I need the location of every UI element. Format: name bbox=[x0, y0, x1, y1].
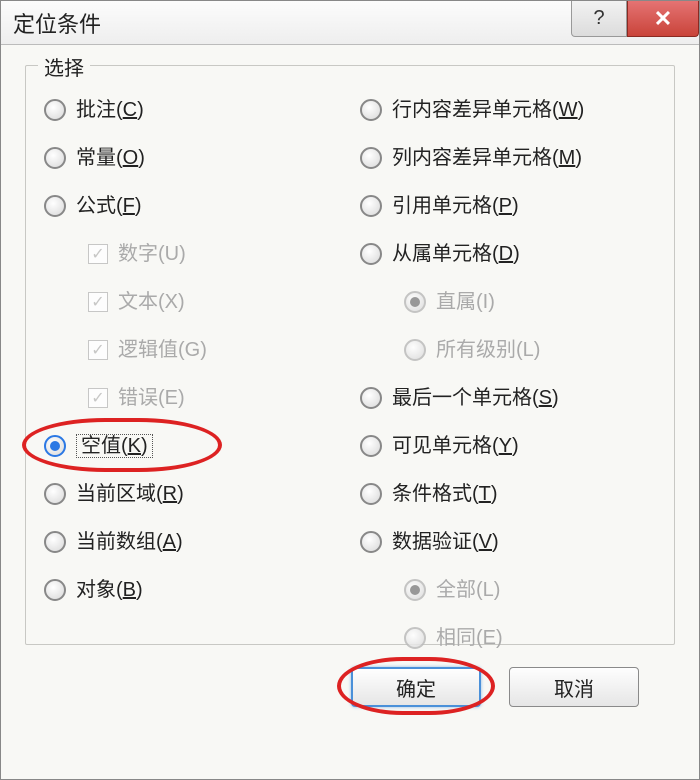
option-blanks[interactable]: 空值(K) bbox=[44, 432, 340, 460]
option-cond-fmt[interactable]: 条件格式(T) bbox=[360, 480, 656, 508]
button-label: 取消 bbox=[554, 673, 594, 702]
radio-icon bbox=[360, 531, 382, 553]
close-button[interactable]: ✕ bbox=[627, 1, 699, 37]
radio-icon bbox=[360, 435, 382, 457]
button-label: 确定 bbox=[396, 673, 436, 702]
cancel-button[interactable]: 取消 bbox=[509, 667, 639, 707]
option-errors: ✓ 错误(E) bbox=[44, 384, 340, 412]
checkbox-icon: ✓ bbox=[88, 388, 108, 408]
option-dependents[interactable]: 从属单元格(D) bbox=[360, 240, 656, 268]
radio-icon bbox=[360, 147, 382, 169]
option-label: 可见单元格(Y) bbox=[392, 436, 519, 456]
titlebar: 定位条件 ? ✕ bbox=[1, 1, 699, 45]
option-col-diff[interactable]: 列内容差异单元格(M) bbox=[360, 144, 656, 172]
left-column: 批注(C) 常量(O) 公式(F) ✓ 数字(U) bbox=[44, 96, 340, 624]
radio-icon bbox=[44, 195, 66, 217]
footer: 确定 取消 bbox=[25, 645, 675, 733]
radio-icon bbox=[360, 483, 382, 505]
option-label: 错误(E) bbox=[118, 388, 185, 408]
radio-icon bbox=[360, 99, 382, 121]
option-label: 空值(K) bbox=[76, 434, 153, 458]
dialog-body: 选择 批注(C) 常量(O) 公式(F) bbox=[1, 45, 699, 779]
option-label: 对象(B) bbox=[76, 580, 143, 600]
radio-icon bbox=[404, 339, 426, 361]
option-current-region[interactable]: 当前区域(R) bbox=[44, 480, 340, 508]
option-label: 直属(I) bbox=[436, 292, 495, 312]
option-label: 引用单元格(P) bbox=[392, 196, 519, 216]
radio-icon bbox=[360, 195, 382, 217]
option-visible-cells[interactable]: 可见单元格(Y) bbox=[360, 432, 656, 460]
option-data-valid[interactable]: 数据验证(V) bbox=[360, 528, 656, 556]
checkbox-icon: ✓ bbox=[88, 292, 108, 312]
option-formulas[interactable]: 公式(F) bbox=[44, 192, 340, 220]
option-label: 当前区域(R) bbox=[76, 484, 184, 504]
option-direct-only: 直属(I) bbox=[360, 288, 656, 316]
option-label: 数据验证(V) bbox=[392, 532, 499, 552]
radio-icon bbox=[44, 147, 66, 169]
option-current-array[interactable]: 当前数组(A) bbox=[44, 528, 340, 556]
radio-icon bbox=[404, 579, 426, 601]
radio-icon bbox=[360, 243, 382, 265]
radio-icon bbox=[44, 435, 66, 457]
window-title: 定位条件 bbox=[13, 7, 101, 39]
radio-icon bbox=[44, 99, 66, 121]
help-button[interactable]: ? bbox=[571, 1, 627, 37]
option-label: 从属单元格(D) bbox=[392, 244, 520, 264]
option-label: 逻辑值(G) bbox=[118, 340, 207, 360]
right-column: 行内容差异单元格(W) 列内容差异单元格(M) 引用单元格(P) 从属单元格(D… bbox=[360, 96, 656, 624]
option-label: 数字(U) bbox=[118, 244, 186, 264]
radio-icon bbox=[44, 483, 66, 505]
option-constants[interactable]: 常量(O) bbox=[44, 144, 340, 172]
option-label: 行内容差异单元格(W) bbox=[392, 100, 584, 120]
option-label: 公式(F) bbox=[76, 196, 142, 216]
option-last-cell[interactable]: 最后一个单元格(S) bbox=[360, 384, 656, 412]
help-icon: ? bbox=[593, 7, 604, 30]
option-label: 文本(X) bbox=[118, 292, 185, 312]
select-fieldset: 选择 批注(C) 常量(O) 公式(F) bbox=[25, 65, 675, 645]
checkbox-icon: ✓ bbox=[88, 244, 108, 264]
option-all: 全部(L) bbox=[360, 576, 656, 604]
option-all-levels: 所有级别(L) bbox=[360, 336, 656, 364]
option-label: 条件格式(T) bbox=[392, 484, 498, 504]
option-precedents[interactable]: 引用单元格(P) bbox=[360, 192, 656, 220]
option-numbers: ✓ 数字(U) bbox=[44, 240, 340, 268]
radio-icon bbox=[404, 291, 426, 313]
radio-icon bbox=[44, 531, 66, 553]
columns: 批注(C) 常量(O) 公式(F) ✓ 数字(U) bbox=[44, 96, 656, 624]
option-label: 全部(L) bbox=[436, 580, 500, 600]
radio-icon bbox=[44, 579, 66, 601]
option-label: 最后一个单元格(S) bbox=[392, 388, 559, 408]
close-icon: ✕ bbox=[654, 6, 672, 32]
option-row-diff[interactable]: 行内容差异单元格(W) bbox=[360, 96, 656, 124]
option-label: 当前数组(A) bbox=[76, 532, 183, 552]
ok-wrap: 确定 bbox=[351, 667, 481, 707]
goto-special-dialog: 定位条件 ? ✕ 选择 批注(C) 常量(O) bbox=[0, 0, 700, 780]
option-comments[interactable]: 批注(C) bbox=[44, 96, 340, 124]
option-text: ✓ 文本(X) bbox=[44, 288, 340, 316]
checkbox-icon: ✓ bbox=[88, 340, 108, 360]
option-objects[interactable]: 对象(B) bbox=[44, 576, 340, 604]
option-label: 批注(C) bbox=[76, 100, 144, 120]
option-label: 所有级别(L) bbox=[436, 340, 540, 360]
option-label: 列内容差异单元格(M) bbox=[392, 148, 582, 168]
option-label: 常量(O) bbox=[76, 148, 145, 168]
option-logicals: ✓ 逻辑值(G) bbox=[44, 336, 340, 364]
radio-icon bbox=[360, 387, 382, 409]
fieldset-legend: 选择 bbox=[38, 52, 90, 81]
ok-button[interactable]: 确定 bbox=[351, 667, 481, 707]
titlebar-buttons: ? ✕ bbox=[571, 1, 699, 37]
